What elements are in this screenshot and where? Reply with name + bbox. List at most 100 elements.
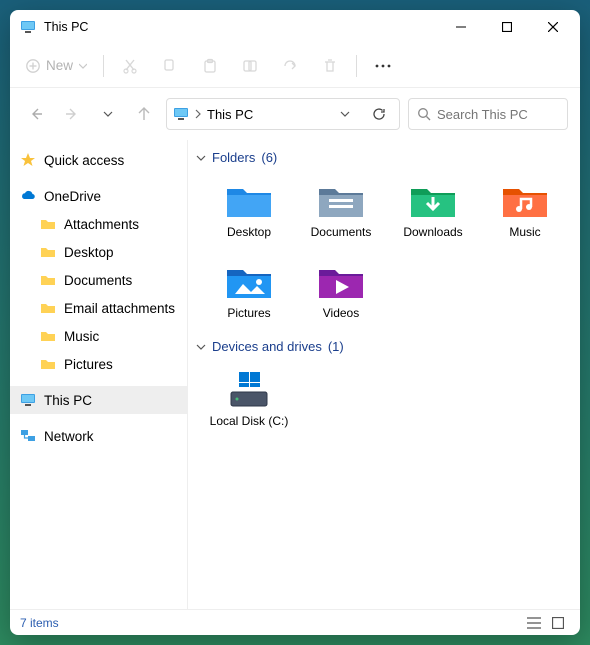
folder-item-videos[interactable]: Videos <box>298 256 384 327</box>
sidebar-item-documents[interactable]: Documents <box>10 266 187 294</box>
this-pc-icon <box>173 106 189 122</box>
music-folder-icon <box>501 181 549 221</box>
content-pane: Folders (6) Desktop Documents Downloads <box>188 140 580 609</box>
chevron-down-icon <box>340 109 350 119</box>
item-label: Pictures <box>227 306 270 321</box>
item-label: Local Disk (C:) <box>210 414 289 429</box>
sidebar-item-desktop[interactable]: Desktop <box>10 238 187 266</box>
more-button[interactable] <box>363 48 403 84</box>
sidebar-item-label: Music <box>64 329 99 344</box>
folder-item-music[interactable]: Music <box>482 175 568 246</box>
address-dropdown-button[interactable] <box>331 100 359 128</box>
documents-folder-icon <box>317 181 365 221</box>
up-button[interactable] <box>130 100 158 128</box>
status-bar: 7 items <box>10 609 580 635</box>
ellipsis-icon <box>375 64 391 68</box>
chevron-down-icon <box>196 153 206 163</box>
chevron-down-icon <box>103 109 113 119</box>
folder-item-documents[interactable]: Documents <box>298 175 384 246</box>
section-count: (6) <box>261 150 277 165</box>
star-icon <box>20 152 36 168</box>
icons-view-button[interactable] <box>546 613 570 633</box>
address-bar-row: This PC <box>10 88 580 140</box>
file-explorer-window: This PC New This PC <box>10 10 580 635</box>
search-icon <box>417 107 431 121</box>
share-button[interactable] <box>270 48 310 84</box>
section-count: (1) <box>328 339 344 354</box>
sidebar-item-label: This PC <box>44 393 92 408</box>
forward-button[interactable] <box>58 100 86 128</box>
sidebar-item-label: OneDrive <box>44 189 101 204</box>
sidebar-item-label: Quick access <box>44 153 124 168</box>
sidebar-item-music[interactable]: Music <box>10 322 187 350</box>
copy-icon <box>162 58 178 74</box>
arrow-right-icon <box>64 106 80 122</box>
trash-icon <box>322 58 338 74</box>
grid-icon <box>552 617 564 629</box>
chevron-down-icon <box>196 342 206 352</box>
sidebar-item-email-attachments[interactable]: Email attachments <box>10 294 187 322</box>
toolbar-separator <box>356 55 357 77</box>
item-label: Documents <box>311 225 372 240</box>
cut-button[interactable] <box>110 48 150 84</box>
sidebar: Quick access OneDrive Attachments Deskto… <box>10 140 188 609</box>
search-box[interactable] <box>408 98 568 130</box>
delete-button[interactable] <box>310 48 350 84</box>
search-input[interactable] <box>437 107 559 122</box>
drive-item-local-disk-c[interactable]: Local Disk (C:) <box>206 364 292 435</box>
item-label: Videos <box>323 306 359 321</box>
sidebar-item-label: Desktop <box>64 245 114 260</box>
item-label: Music <box>509 225 540 240</box>
drive-icon <box>225 370 273 410</box>
folder-icon <box>40 272 56 288</box>
folders-grid: Desktop Documents Downloads Music Pictur… <box>188 169 580 335</box>
folder-icon <box>40 300 56 316</box>
downloads-folder-icon <box>409 181 457 221</box>
rename-button[interactable] <box>230 48 270 84</box>
arrow-up-icon <box>136 106 152 122</box>
paste-button[interactable] <box>190 48 230 84</box>
this-pc-icon <box>20 19 36 35</box>
rename-icon <box>242 58 258 74</box>
back-button[interactable] <box>22 100 50 128</box>
sidebar-item-onedrive[interactable]: OneDrive <box>10 182 187 210</box>
folder-item-pictures[interactable]: Pictures <box>206 256 292 327</box>
address-box[interactable]: This PC <box>166 98 400 130</box>
window-title: This PC <box>44 20 438 34</box>
chevron-right-icon <box>195 109 201 119</box>
section-devices-header[interactable]: Devices and drives (1) <box>188 335 580 358</box>
sidebar-item-label: Email attachments <box>64 301 175 316</box>
folder-item-desktop[interactable]: Desktop <box>206 175 292 246</box>
refresh-button[interactable] <box>365 100 393 128</box>
drives-grid: Local Disk (C:) <box>188 358 580 443</box>
toolbar: New <box>10 44 580 88</box>
scissors-icon <box>122 58 138 74</box>
close-button[interactable] <box>530 10 576 44</box>
section-label: Folders <box>212 150 255 165</box>
clipboard-icon <box>202 58 218 74</box>
sidebar-item-label: Network <box>44 429 94 444</box>
copy-button[interactable] <box>150 48 190 84</box>
sidebar-item-pictures[interactable]: Pictures <box>10 350 187 378</box>
sidebar-item-this-pc[interactable]: This PC <box>10 386 187 414</box>
item-label: Desktop <box>227 225 271 240</box>
item-label: Downloads <box>403 225 462 240</box>
sidebar-item-network[interactable]: Network <box>10 422 187 450</box>
details-view-button[interactable] <box>522 613 546 633</box>
maximize-button[interactable] <box>484 10 530 44</box>
new-label: New <box>46 58 73 73</box>
section-folders-header[interactable]: Folders (6) <box>188 146 580 169</box>
minimize-button[interactable] <box>438 10 484 44</box>
sidebar-item-attachments[interactable]: Attachments <box>10 210 187 238</box>
share-icon <box>282 58 298 74</box>
sidebar-item-quick-access[interactable]: Quick access <box>10 146 187 174</box>
videos-folder-icon <box>317 262 365 302</box>
pictures-folder-icon <box>225 262 273 302</box>
folder-item-downloads[interactable]: Downloads <box>390 175 476 246</box>
toolbar-separator <box>103 55 104 77</box>
folder-icon <box>40 244 56 260</box>
breadcrumb[interactable]: This PC <box>207 107 253 122</box>
new-button[interactable]: New <box>16 48 97 84</box>
recent-dropdown-button[interactable] <box>94 100 122 128</box>
arrow-left-icon <box>28 106 44 122</box>
